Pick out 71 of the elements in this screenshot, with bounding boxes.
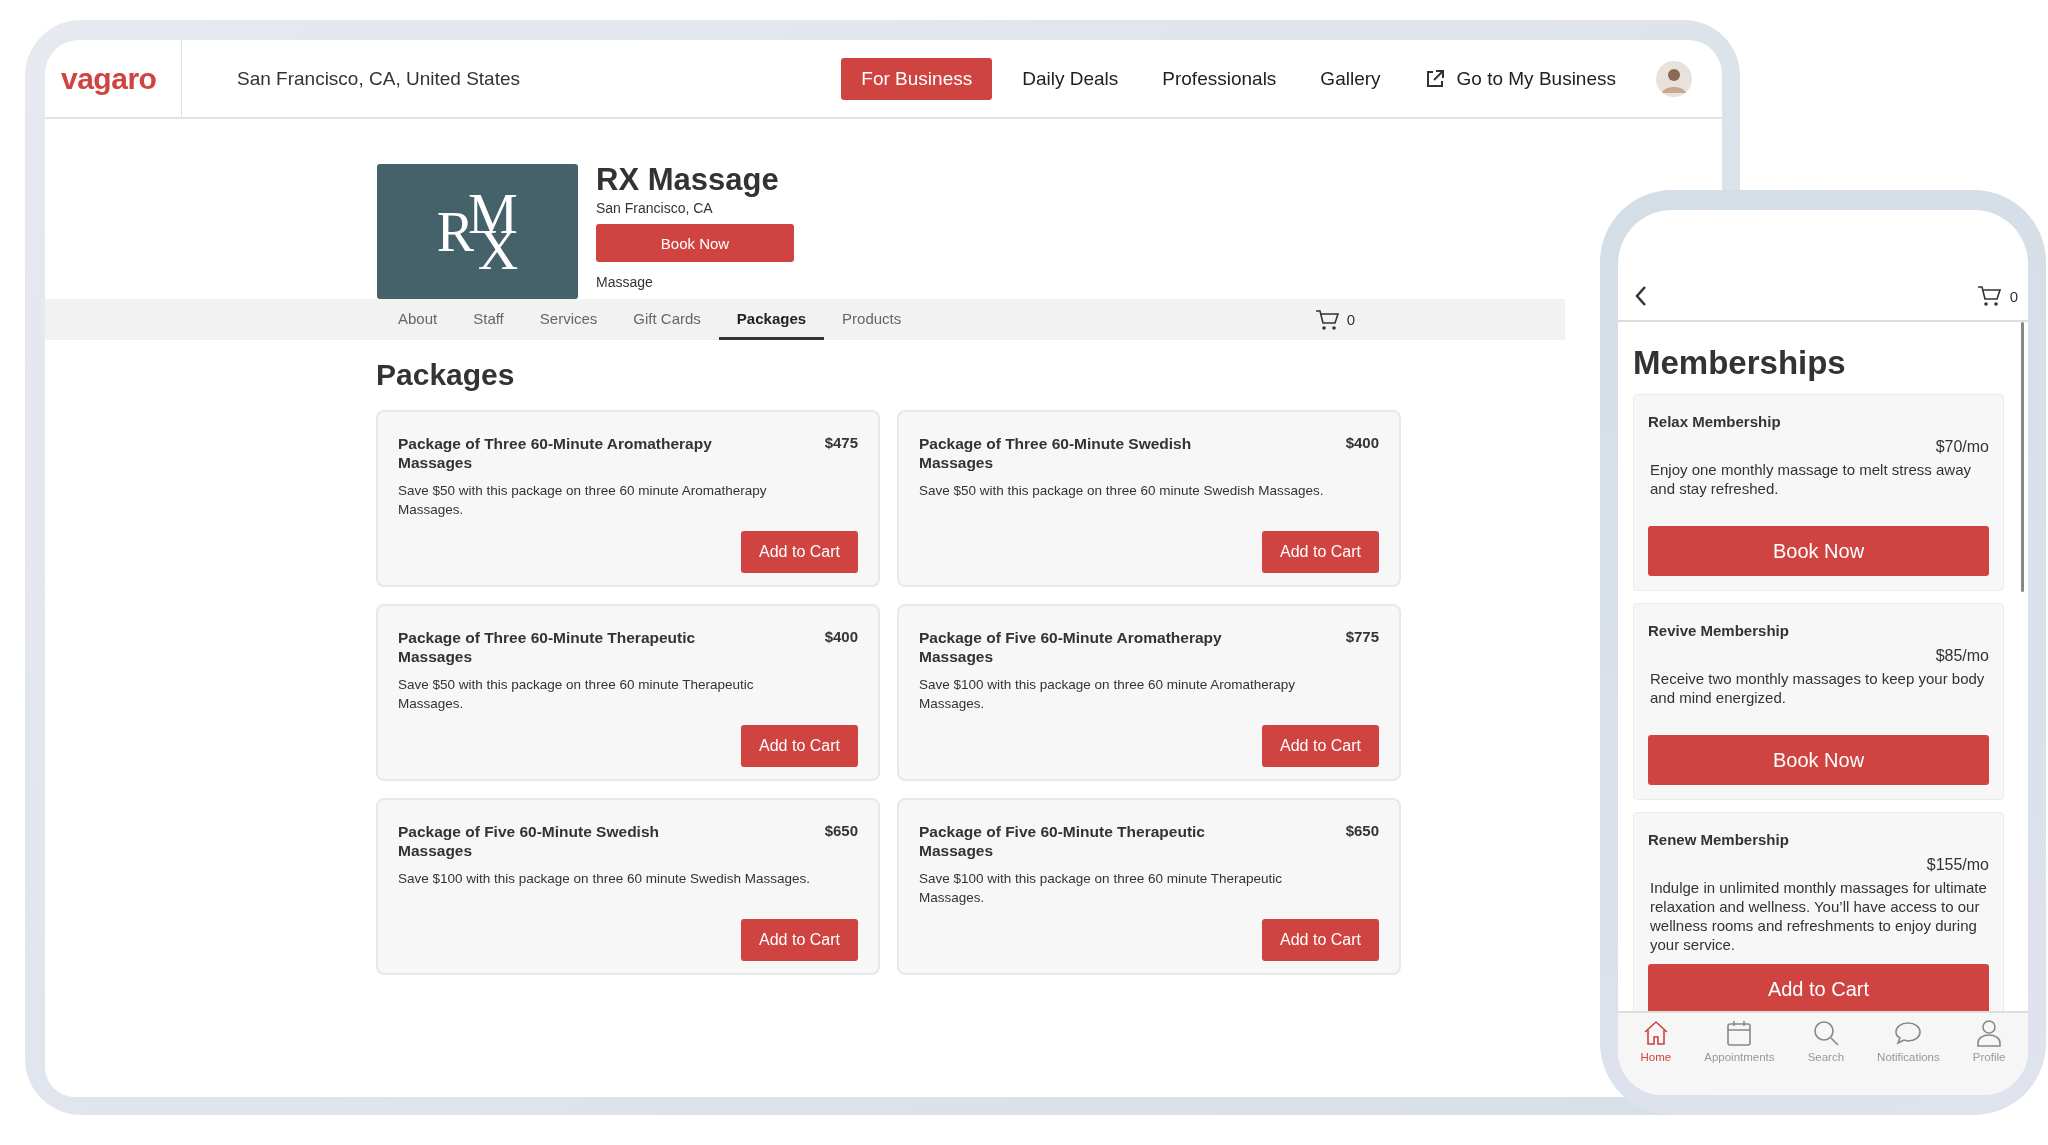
- package-price: $475: [824, 434, 858, 453]
- package-price: $650: [1345, 822, 1379, 841]
- business-location: San Francisco, CA: [596, 200, 713, 216]
- package-name: Package of Three 60-Minute Therapeutic Massages: [398, 628, 697, 666]
- package-price: $775: [1345, 628, 1379, 647]
- nav-link[interactable]: Professionals: [1162, 67, 1277, 90]
- brand-logo[interactable]: vagaro: [45, 40, 182, 117]
- tab[interactable]: Staff: [455, 299, 522, 340]
- membership-description: Indulge in unlimited monthly massages for ultimate relaxation and wellness. You’ll have access to our wellness rooms and refreshments to enjoy during your service.: [1649, 878, 1988, 954]
- package-description: Save $50 with this package on three 60 minute Aromatherapy Massages.: [398, 482, 768, 519]
- external-link-icon: [1424, 68, 1445, 89]
- back-icon[interactable]: [1634, 285, 1648, 307]
- package-price: $400: [1345, 434, 1379, 453]
- package-description: Save $50 with this package on three 60 minute Swedish Massages.: [919, 482, 1325, 500]
- avatar[interactable]: [1656, 60, 1692, 97]
- business-category: Massage: [596, 274, 653, 290]
- membership-name: Renew Membership: [1648, 831, 1790, 848]
- tab[interactable]: Services: [521, 299, 616, 340]
- person-icon: [1975, 1019, 2004, 1047]
- package-name: Package of Five 60-Minute Aromatherapy Massages: [919, 628, 1223, 666]
- membership-name: Relax Membership: [1648, 413, 1782, 430]
- tab[interactable]: Gift Cards: [615, 299, 719, 340]
- cart-icon[interactable]: [1314, 308, 1339, 331]
- add-to-cart-button[interactable]: Add to Cart: [1262, 725, 1379, 767]
- add-to-cart-button[interactable]: Add to Cart: [741, 919, 858, 961]
- search-icon: [1811, 1019, 1840, 1047]
- add-to-cart-button[interactable]: Add to Cart: [741, 725, 858, 767]
- package-description: Save $100 with this package on three 60 minute Swedish Massages.: [398, 870, 811, 888]
- package-description: Save $100 with this package on three 60 minute Therapeutic Massages.: [919, 870, 1283, 907]
- membership-price: $155/mo: [1926, 856, 1989, 874]
- page-title: Memberships: [1633, 344, 1847, 382]
- business-name: RX Massage: [596, 162, 779, 198]
- cart-count: 0: [1346, 311, 1355, 328]
- package-description: Save $100 with this package on three 60 minute Aromatherapy Massages.: [919, 676, 1296, 713]
- membership-price: $85/mo: [1935, 647, 1989, 665]
- bottom-tab[interactable]: Appointments: [1704, 1013, 1775, 1095]
- book-now-button[interactable]: Book Now: [596, 224, 794, 262]
- add-to-cart-button[interactable]: Add to Cart: [1262, 919, 1379, 961]
- package-price: $650: [824, 822, 858, 841]
- for-business-button[interactable]: For Business: [841, 57, 993, 100]
- calendar-icon: [1725, 1019, 1754, 1047]
- membership-button[interactable]: Add to Cart: [1648, 964, 1989, 1011]
- nav-link[interactable]: Daily Deals: [1022, 67, 1119, 90]
- package-name: Package of Five 60-Minute Therapeutic Massages: [919, 822, 1206, 860]
- tab[interactable]: Products: [824, 299, 920, 340]
- add-to-cart-button[interactable]: Add to Cart: [1262, 531, 1379, 573]
- membership-button[interactable]: Book Now: [1648, 735, 1989, 785]
- package-name: Package of Five 60-Minute Swedish Massages: [398, 822, 660, 860]
- membership-name: Revive Membership: [1648, 622, 1790, 639]
- membership-button[interactable]: Book Now: [1648, 526, 1989, 576]
- package-description: Save $50 with this package on three 60 minute Therapeutic Massages.: [398, 676, 755, 713]
- scrollbar[interactable]: [2021, 322, 2024, 592]
- tab[interactable]: About: [380, 299, 456, 340]
- bottom-tab[interactable]: Search: [1807, 1013, 1845, 1095]
- package-name: Package of Three 60-Minute Aromatherapy Massages: [398, 434, 713, 472]
- tab[interactable]: Packages: [718, 299, 825, 340]
- membership-description: Receive two monthly massages to keep your body and mind energized.: [1649, 669, 1986, 707]
- nav-link[interactable]: Gallery: [1320, 67, 1381, 90]
- package-price: $400: [824, 628, 858, 647]
- nav-link[interactable]: Go to My Business: [1424, 67, 1616, 90]
- bottom-tab[interactable]: Home: [1640, 1013, 1672, 1095]
- cart-icon[interactable]: [1975, 285, 2002, 307]
- membership-description: Enjoy one monthly massage to melt stress away and stay refreshed.: [1649, 460, 1972, 498]
- bottom-tab[interactable]: Notifications: [1877, 1013, 1940, 1095]
- cart-count: 0: [2009, 287, 2018, 305]
- bottom-tab[interactable]: Profile: [1972, 1013, 2006, 1095]
- add-to-cart-button[interactable]: Add to Cart: [741, 531, 858, 573]
- speech-bubble-icon: [1894, 1019, 1923, 1047]
- membership-price: $70/mo: [1935, 438, 1989, 456]
- location-text: San Francisco, CA, United States: [237, 67, 520, 90]
- package-name: Package of Three 60-Minute Swedish Massages: [919, 434, 1193, 472]
